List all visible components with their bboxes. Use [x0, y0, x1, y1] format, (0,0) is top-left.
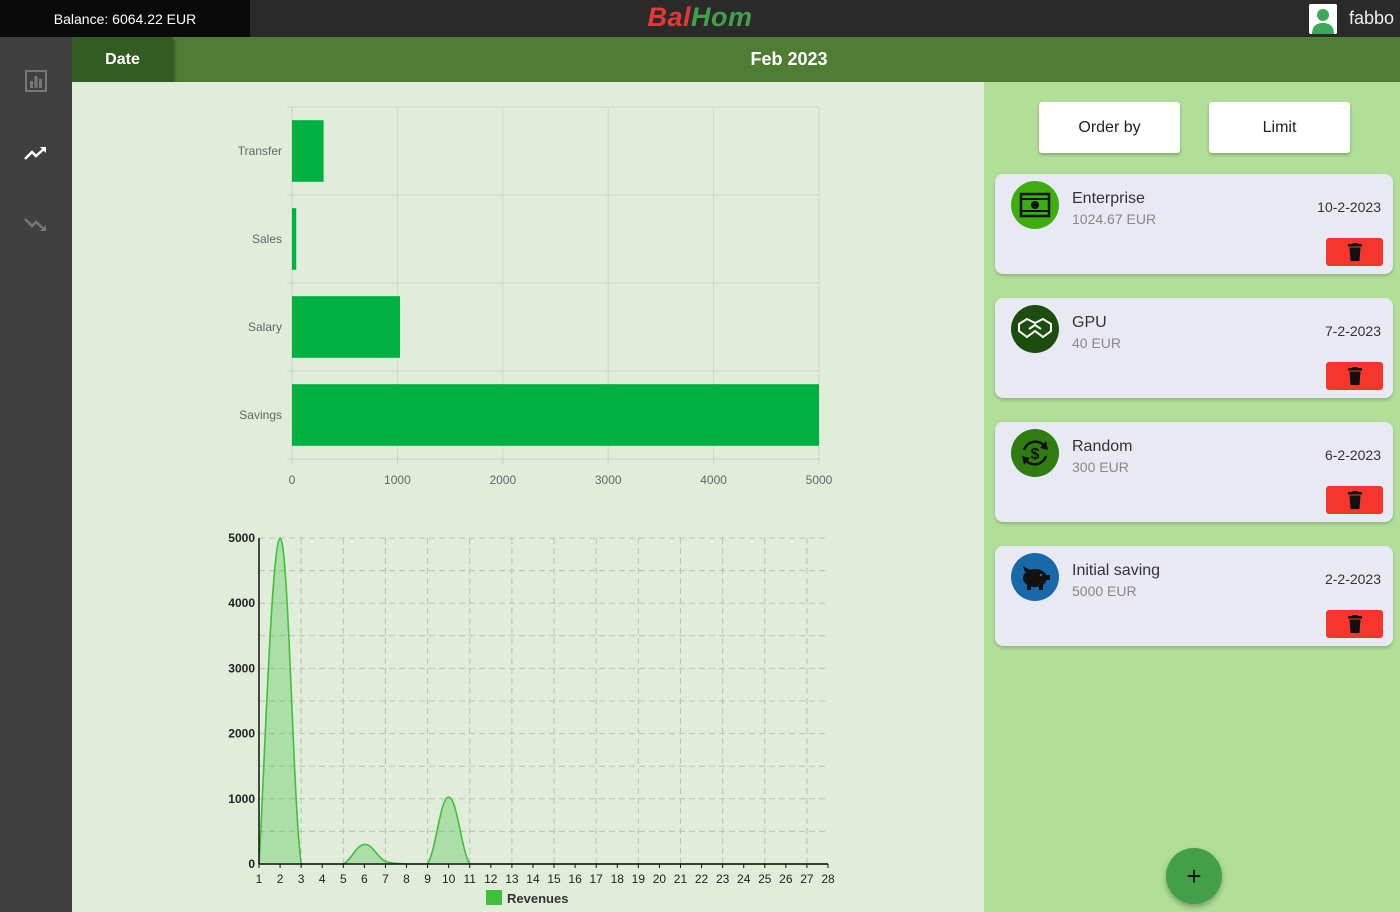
transactions-panel: Order by Limit Enterprise 1024.67 EUR 10… [984, 82, 1400, 912]
bar [292, 296, 401, 358]
line-x-tick-label: 19 [632, 872, 646, 886]
line-y-tick-label: 4000 [228, 596, 255, 610]
line-x-tick-label: 5 [340, 872, 347, 886]
transaction-name: Random [1072, 438, 1133, 455]
limit-button[interactable]: Limit [1209, 102, 1350, 153]
line-x-tick-label: 24 [737, 872, 751, 886]
transaction-card[interactable]: $ Random 300 EUR 6-2-2023 [995, 422, 1393, 522]
trash-icon [1347, 615, 1362, 633]
legend-swatch [486, 890, 502, 905]
line-y-tick-label: 1000 [228, 792, 255, 806]
trash-icon [1347, 243, 1362, 261]
trash-icon [1347, 367, 1362, 385]
order-by-button[interactable]: Order by [1039, 102, 1180, 153]
date-header: Feb 2023 Date [72, 37, 1400, 82]
line-y-tick-label: 2000 [228, 727, 255, 741]
transaction-name: Initial saving [1072, 562, 1161, 579]
transaction-amount: 5000 EUR [1072, 583, 1137, 599]
delete-button[interactable] [1326, 610, 1383, 638]
line-x-tick-label: 4 [319, 872, 326, 886]
bar-chart-icon[interactable] [22, 67, 50, 95]
line-x-tick-label: 23 [716, 872, 730, 886]
svg-text:$: $ [1031, 446, 1040, 463]
legend-label: Revenues [507, 891, 568, 906]
user-menu[interactable]: fabbo [1308, 0, 1400, 37]
line-x-tick-label: 1 [256, 872, 263, 886]
line-y-tick-label: 0 [248, 857, 255, 871]
bar [292, 208, 297, 270]
bar-category-label: Savings [239, 408, 282, 422]
bar-x-tick-label: 2000 [489, 473, 516, 487]
line-x-tick-label: 20 [653, 872, 667, 886]
logo-part-hom: Hom [691, 2, 753, 32]
bar-x-tick-label: 4000 [700, 473, 727, 487]
sidebar [0, 37, 72, 912]
transaction-card[interactable]: Initial saving 5000 EUR 2-2-2023 [995, 546, 1393, 646]
handshake-icon [1011, 305, 1059, 353]
trending-up-icon[interactable] [22, 139, 50, 167]
transaction-name: Enterprise [1072, 190, 1145, 207]
line-x-tick-label: 9 [424, 872, 431, 886]
line-x-tick-label: 11 [464, 872, 477, 886]
bar-x-tick-label: 0 [289, 473, 296, 487]
top-bar: Balance: 6064.22 EUR BalHom fabbo [0, 0, 1400, 37]
line-x-tick-label: 3 [298, 872, 305, 886]
line-x-tick-label: 22 [695, 872, 709, 886]
line-x-tick-label: 26 [779, 872, 793, 886]
line-x-tick-label: 7 [382, 872, 389, 886]
line-x-tick-label: 17 [590, 872, 604, 886]
line-x-tick-label: 14 [526, 872, 540, 886]
transaction-date: 2-2-2023 [1324, 571, 1381, 587]
avatar-icon[interactable] [1308, 3, 1337, 34]
line-x-tick-label: 2 [277, 872, 284, 886]
trending-down-icon[interactable] [22, 211, 50, 239]
bar-category-label: Sales [252, 232, 282, 246]
line-x-tick-label: 27 [800, 872, 814, 886]
bar [292, 384, 819, 446]
bar [292, 120, 324, 182]
line-x-tick-label: 21 [674, 872, 688, 886]
line-x-tick-label: 13 [505, 872, 519, 886]
charts-area: 0 1000 2000 3000 4000 5000 Transfer Sales Salary… [72, 82, 984, 912]
date-tab-button[interactable]: Date [72, 37, 173, 82]
current-month: Feb 2023 [750, 49, 828, 69]
transaction-name: GPU [1072, 314, 1107, 331]
line-y-tick-label: 5000 [228, 531, 255, 545]
transaction-date: 7-2-2023 [1324, 323, 1381, 339]
bar-x-tick-label: 3000 [595, 473, 622, 487]
charts-canvas: 0 1000 2000 3000 4000 5000 Transfer Sales Salary… [228, 106, 835, 906]
username[interactable]: fabbo [1349, 8, 1394, 29]
line-x-tick-label: 18 [611, 872, 625, 886]
transaction-amount: 1024.67 EUR [1072, 211, 1157, 227]
line-x-tick-label: 10 [442, 872, 456, 886]
bar-category-label: Transfer [238, 144, 282, 158]
delete-button[interactable] [1326, 486, 1383, 514]
line-x-tick-label: 16 [568, 872, 582, 886]
cash-icon [1011, 181, 1059, 229]
add-transaction-button[interactable]: + [1166, 848, 1222, 904]
bar-category-label: Salary [248, 320, 282, 334]
delete-button[interactable] [1326, 362, 1383, 390]
balance-display: Balance: 6064.22 EUR [0, 0, 250, 37]
transaction-card[interactable]: Enterprise 1024.67 EUR 10-2-2023 [995, 174, 1393, 274]
delete-button[interactable] [1326, 238, 1383, 266]
transaction-amount: 40 EUR [1072, 335, 1122, 351]
transaction-amount: 300 EUR [1072, 459, 1129, 475]
transaction-date: 6-2-2023 [1324, 447, 1381, 463]
piggy-bank-icon [1011, 553, 1059, 601]
dollar-cycle-icon: $ [1011, 429, 1059, 477]
line-x-tick-label: 15 [547, 872, 561, 886]
bar-x-tick-label: 1000 [384, 473, 411, 487]
transaction-date: 10-2-2023 [1317, 199, 1381, 215]
line-x-tick-label: 25 [758, 872, 772, 886]
logo-part-bal: Bal [647, 2, 692, 32]
transaction-card[interactable]: GPU 40 EUR 7-2-2023 [995, 298, 1393, 398]
line-y-tick-label: 3000 [228, 661, 255, 675]
line-x-tick-label: 28 [821, 872, 835, 886]
trash-icon [1347, 491, 1362, 509]
line-x-tick-label: 12 [484, 872, 498, 886]
line-x-tick-label: 8 [403, 872, 410, 886]
bar-x-tick-label: 5000 [806, 473, 833, 487]
line-x-tick-label: 6 [361, 872, 368, 886]
